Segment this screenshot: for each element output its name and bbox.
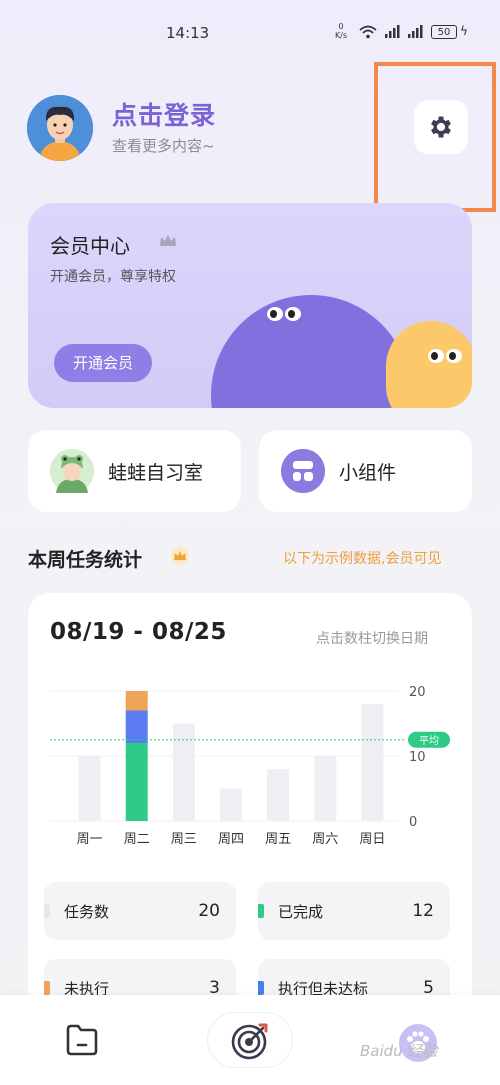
stat-value: 20 <box>198 901 220 921</box>
y-tick-label: 10 <box>409 750 426 765</box>
stat-tile-completed: 已完成 12 <box>258 882 450 940</box>
frog-study-room-card[interactable]: 蛙蛙自习室 <box>28 430 241 512</box>
avatar[interactable] <box>27 95 93 161</box>
bar-segment[interactable] <box>125 710 148 744</box>
weekly-stats-title: 本周任务统计 <box>28 549 143 571</box>
bar[interactable] <box>267 769 290 821</box>
stat-color-marker <box>258 904 264 918</box>
bar[interactable] <box>172 723 195 822</box>
bar[interactable] <box>220 788 242 822</box>
login-subtitle: 查看更多内容~ <box>112 137 215 155</box>
widget-label: 小组件 <box>339 462 397 484</box>
nav-folder[interactable] <box>64 1023 100 1061</box>
member-center-card[interactable]: 会员中心 开通会员，尊享特权 开通会员 <box>28 203 472 408</box>
average-label: 平均 <box>419 735 439 747</box>
sample-data-note[interactable]: 以下为示例数据,会员可见 <box>283 548 441 568</box>
net-speed: 0 K/s <box>334 22 348 40</box>
stat-tile-total: 任务数 20 <box>44 882 236 940</box>
y-tick-label: 20 <box>409 685 426 700</box>
bar[interactable] <box>314 756 337 821</box>
nav-target[interactable] <box>208 1013 292 1067</box>
x-tick-label: 周二 <box>124 832 150 847</box>
bar[interactable] <box>78 756 101 821</box>
stat-label: 已完成 <box>278 903 324 921</box>
x-tick-label: 周三 <box>171 832 197 847</box>
battery-icon: 50 <box>431 25 457 39</box>
open-membership-button[interactable]: 开通会员 <box>54 344 152 382</box>
widget-icon <box>281 449 325 493</box>
wifi-icon <box>359 25 377 39</box>
x-tick-label: 周日 <box>359 832 385 847</box>
date-hint: 点击数柱切换日期 <box>316 631 428 647</box>
stat-label: 任务数 <box>64 903 110 921</box>
weekly-bar-chart[interactable]: 20 10 0 周一 周二 周三 周四 周五 周六 周日 平均 <box>28 673 472 873</box>
member-subtitle: 开通会员，尊享特权 <box>50 269 176 285</box>
weekly-stats-card: 08/19 - 08/25 点击数柱切换日期 20 10 0 周一 周二 周三 周四 周五 周六… <box>28 593 472 1013</box>
x-tick-label: 周四 <box>218 832 244 847</box>
frog-avatar-icon <box>50 449 94 493</box>
charging-icon: ϟ <box>460 24 468 38</box>
crown-icon <box>160 235 176 246</box>
purple-mascot <box>211 295 411 408</box>
y-tick-label: 0 <box>409 815 417 830</box>
member-title: 会员中心 <box>50 234 130 258</box>
date-range: 08/19 - 08/25 <box>50 619 227 645</box>
stat-value: 12 <box>412 901 434 921</box>
signal-icon <box>385 25 400 38</box>
widget-card[interactable]: 小组件 <box>259 430 472 512</box>
login-title[interactable]: 点击登录 <box>112 96 216 132</box>
bar[interactable] <box>361 704 384 821</box>
target-icon <box>231 1023 268 1060</box>
stat-color-marker <box>44 981 50 995</box>
stat-color-marker <box>258 981 264 995</box>
watermark: Baidu 经验 <box>360 1042 438 1060</box>
highlight-frame <box>374 62 496 212</box>
bar-segment[interactable] <box>125 743 148 821</box>
folder-icon <box>66 1024 98 1056</box>
crown-icon <box>171 547 189 565</box>
status-icons: 0 K/s 50 ϟ <box>334 22 474 44</box>
frog-study-room-label: 蛙蛙自习室 <box>108 462 204 484</box>
status-time: 14:13 <box>166 24 210 42</box>
x-tick-label: 周五 <box>265 832 291 847</box>
x-tick-label: 周一 <box>77 832 103 847</box>
bar-segment[interactable] <box>125 691 148 711</box>
stat-color-marker <box>44 904 50 918</box>
signal-icon <box>408 25 423 38</box>
yellow-mascot <box>386 321 472 408</box>
x-tick-label: 周六 <box>312 832 338 847</box>
